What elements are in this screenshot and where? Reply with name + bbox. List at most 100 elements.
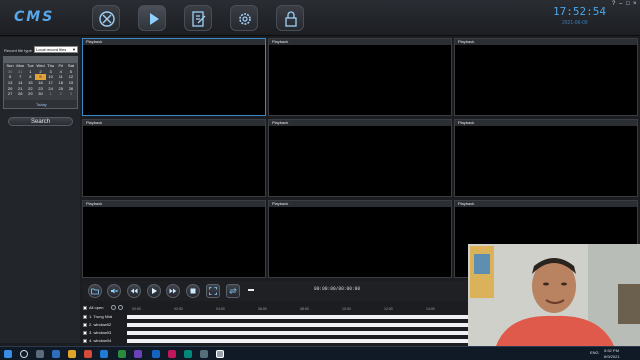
search-icon[interactable] [20,350,28,358]
app-icon[interactable] [184,350,192,358]
video-tile[interactable]: Playback [82,200,266,278]
channel-checkbox[interactable] [83,331,87,335]
mute-icon [111,288,118,294]
calendar-day[interactable]: 29 [25,91,35,97]
chrome-icon[interactable] [84,350,92,358]
calendar-day[interactable]: 1 [46,91,56,97]
search-button[interactable]: Search [8,117,73,126]
app-logo: CMS [14,9,55,25]
video-tile[interactable]: Playback [454,119,638,197]
app-icon[interactable] [168,350,176,358]
channel-name: 3. window03 [89,330,112,335]
file-explorer-icon[interactable] [68,350,76,358]
tile-label: Playback [83,201,265,207]
settings-button[interactable] [230,5,258,31]
calendar-day[interactable]: 28 [15,91,25,97]
play-icon [152,288,157,294]
fullscreen-icon [209,287,217,295]
video-tile[interactable]: Playback [268,119,452,197]
channel-name: 2. window02 [89,322,112,327]
channel-checkbox[interactable] [83,315,87,319]
tile-label: Playback [269,120,451,126]
help-icon[interactable]: ? [612,1,615,7]
zoom-in-icon[interactable] [111,305,116,310]
calendar-day[interactable]: 27 [5,91,15,97]
app-icon[interactable] [134,350,142,358]
timecode: 00:00:00/00:00:00 [314,287,361,292]
chevron-down-icon: ▼ [72,47,76,52]
taskbar: ENG 5:52 PM 6/9/2021 [0,346,640,360]
time-tick: 00:00 [132,307,141,311]
log-button[interactable] [184,5,212,31]
app-icon[interactable] [118,350,126,358]
seek-slider[interactable] [248,289,254,291]
play-icon [150,13,159,25]
all-open-checkbox[interactable] [83,306,87,310]
mail-icon[interactable] [100,350,108,358]
app-icon[interactable] [200,350,208,358]
record-file-type-select[interactable]: Local record files ▼ [34,46,78,53]
video-tile[interactable]: Playback [268,200,452,278]
fullscreen-button[interactable] [206,284,220,298]
video-tile[interactable]: Playback [82,119,266,197]
taskbar-time[interactable]: 5:52 PM [604,348,619,353]
channel-checkbox[interactable] [83,323,87,327]
video-tile[interactable]: Playback [454,38,638,116]
windows-start-icon[interactable] [4,350,12,358]
clock: 17:52:54 [553,5,606,18]
channel-checkbox[interactable] [83,339,87,343]
device-manager-button[interactable] [92,5,120,31]
channel-name: 1. Trung Nhà [89,314,113,319]
task-view-icon[interactable] [36,350,44,358]
language-indicator[interactable]: ENG [590,350,599,355]
minimize-icon[interactable]: – [619,1,622,7]
app-icon[interactable] [152,350,160,358]
close-icon[interactable]: × [633,1,637,7]
calendar-grid: Sun Mon Tue Wed Thu Fri Sat 30 31 1 2 3 4 5 6 7 8 9 10 11 12… [4,63,77,97]
today-link[interactable]: Today [36,102,47,107]
tile-label: Playback [455,120,637,126]
time-tick: 10:00 [342,307,351,311]
stop-button[interactable] [186,284,200,298]
webcam-overlay [468,244,640,346]
device-manager-icon [99,11,115,27]
tile-label: Playback [455,39,637,45]
playback-button[interactable] [138,5,166,31]
tile-label: Playback [83,39,265,45]
record-file-type-label: Record file type [4,48,32,53]
open-folder-button[interactable] [88,284,102,298]
tile-label: Playback [269,39,451,45]
date: 2021-06-09 [562,20,588,26]
video-grid: Playback Playback Playback Playback Play… [82,38,638,278]
time-tick: 06:00 [258,307,267,311]
time-tick: 14:00 [426,307,435,311]
record-file-type-value: Local record files [36,47,67,52]
lock-button[interactable] [276,5,304,31]
calendar-day[interactable]: 3 [66,91,76,97]
top-bar: CMS 17:52:54 2021-06-09 ? – □ × [0,0,640,36]
calendar-day[interactable]: 30 [35,91,45,97]
fast-forward-button[interactable] [166,284,180,298]
channel-name: 4. window04 [89,338,112,343]
time-tick: 04:00 [216,307,225,311]
sync-button[interactable] [226,284,240,298]
tile-label: Playback [83,120,265,126]
folder-icon [91,288,99,295]
video-tile[interactable]: Playback [82,38,266,116]
cms-app-icon[interactable] [216,350,224,358]
maximize-icon[interactable]: □ [626,1,630,7]
lock-icon [285,11,297,27]
mute-button[interactable] [107,284,121,298]
video-tile[interactable]: Playback [268,38,452,116]
tile-label: Playback [269,201,451,207]
calendar-footer: Today [4,100,77,108]
play-button[interactable] [147,284,161,298]
gear-icon [239,13,251,25]
taskbar-date[interactable]: 6/9/2021 [604,354,620,359]
calendar-day[interactable]: 2 [56,91,66,97]
edge-icon[interactable] [52,350,60,358]
stop-icon [190,288,196,294]
rewind-button[interactable] [127,284,141,298]
sync-icon [229,288,237,294]
zoom-out-icon[interactable] [118,305,123,310]
